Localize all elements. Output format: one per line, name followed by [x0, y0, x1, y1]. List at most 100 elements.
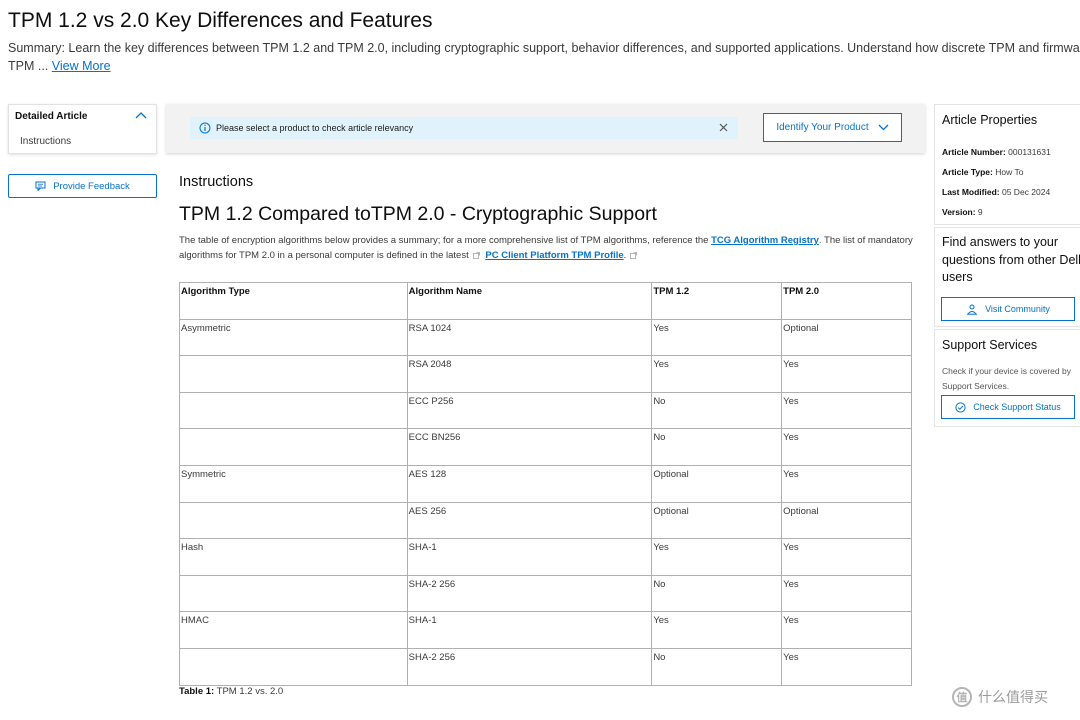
- table-cell: Yes: [781, 647, 912, 686]
- table-cell: HMAC: [179, 611, 408, 649]
- table-row: HMAC SHA-1 Yes Yes: [179, 611, 912, 649]
- table-cell: Hash: [179, 538, 408, 576]
- identify-label: Identify Your Product: [776, 122, 869, 133]
- chevron-up-icon[interactable]: [135, 111, 147, 121]
- table-cell: [179, 428, 408, 466]
- table-body: Asymmetric RSA 1024 Yes Optional RSA 2048 Yes…: [179, 318, 912, 686]
- table-cell: SHA-1: [406, 538, 653, 576]
- product-selector-bar: Please select a product to check article…: [166, 104, 925, 153]
- table-cell: No: [651, 647, 783, 686]
- table-row: ECC P256 No Yes: [179, 391, 912, 430]
- col-header: TPM 1.2: [651, 282, 783, 320]
- table-cell: [179, 391, 408, 430]
- provide-feedback-button[interactable]: Provide Feedback: [8, 174, 157, 198]
- table-row: SHA-2 256 No Yes: [179, 574, 912, 613]
- notice-text: Please select a product to check article…: [216, 123, 414, 133]
- table-cell: ECC BN256: [406, 428, 653, 466]
- version-label: Version:: [942, 207, 976, 217]
- site-watermark: 值 什么值得买: [952, 687, 1048, 707]
- table-cell: Yes: [781, 464, 912, 503]
- col-header: Algorithm Name: [406, 282, 653, 320]
- identify-product-button[interactable]: Identify Your Product: [763, 113, 902, 142]
- table-cell: Yes: [651, 355, 783, 393]
- watermark-text: 什么值得买: [978, 689, 1048, 705]
- info-icon: [199, 122, 211, 134]
- table-cell: Yes: [781, 574, 912, 613]
- article-heading: TPM 1.2 Compared toTPM 2.0 - Cryptograph…: [179, 203, 657, 225]
- check-support-status-button[interactable]: Check Support Status: [941, 395, 1075, 419]
- page-title: TPM 1.2 vs 2.0 Key Differences and Featu…: [8, 9, 433, 32]
- relevancy-notice: Please select a product to check article…: [190, 117, 738, 139]
- table-cell: Yes: [781, 538, 912, 576]
- article-type-label: Article Type:: [942, 167, 993, 177]
- last-modified-label: Last Modified:: [942, 187, 1000, 197]
- properties-heading: Article Properties: [942, 113, 1038, 127]
- visit-community-button[interactable]: Visit Community: [941, 297, 1075, 321]
- table-cell: Yes: [781, 428, 912, 466]
- table-row: Hash SHA-1 Yes Yes: [179, 538, 912, 576]
- support-services-panel: Support Services Check if your device is…: [934, 329, 1080, 427]
- services-description: Check if your device is covered by Suppo…: [942, 366, 1071, 391]
- comment-icon: [35, 181, 46, 191]
- table-cell: Optional: [651, 464, 783, 503]
- community-heading: Find answers to your questions from othe…: [942, 235, 1080, 284]
- table-cell: AES 128: [406, 464, 653, 503]
- table-cell: No: [651, 574, 783, 613]
- caption-label: Table 1:: [179, 686, 215, 697]
- feedback-label: Provide Feedback: [53, 180, 130, 192]
- check-support-label: Check Support Status: [973, 402, 1061, 412]
- check-circle-icon: [955, 401, 966, 413]
- table-cell: ECC P256: [406, 391, 653, 430]
- table-cell: No: [651, 428, 783, 466]
- table-cell: AES 256: [406, 501, 653, 540]
- article-number: Article Number: 000131631: [942, 147, 1051, 157]
- table-cell: [179, 647, 408, 686]
- close-icon[interactable]: [718, 122, 729, 133]
- visit-community-label: Visit Community: [985, 304, 1050, 314]
- table-cell: RSA 2048: [406, 355, 653, 393]
- table-row: AES 256 Optional Optional: [179, 501, 912, 540]
- toc-item-instructions[interactable]: Instructions: [20, 136, 71, 147]
- article-number-value: 000131631: [1008, 147, 1051, 157]
- table-cell: Yes: [651, 538, 783, 576]
- table-cell: Yes: [651, 611, 783, 649]
- external-link-icon: [630, 252, 638, 259]
- table-cell: SHA-2 256: [406, 574, 653, 613]
- external-link-icon: [472, 252, 480, 259]
- table-cell: Yes: [651, 318, 783, 357]
- table-row: SHA-2 256 No Yes: [179, 647, 912, 686]
- last-modified-value: 05 Dec 2024: [1001, 187, 1051, 197]
- last-modified: Last Modified: 05 Dec 2024: [942, 187, 1050, 197]
- summary-text: Summary: Learn the key differences betwe…: [8, 41, 1080, 73]
- article-number-label: Article Number:: [942, 147, 1006, 157]
- table-cell: Asymmetric: [179, 318, 408, 357]
- table-cell: [179, 501, 408, 540]
- table-row: ECC BN256 No Yes: [179, 428, 912, 466]
- table-row: Asymmetric RSA 1024 Yes Optional: [179, 318, 912, 357]
- table-cell: Optional: [651, 501, 783, 540]
- community-panel: Find answers to your questions from othe…: [934, 227, 1080, 327]
- table-row: RSA 2048 Yes Yes: [179, 355, 912, 393]
- table-cell: [179, 574, 408, 613]
- toc-heading[interactable]: Detailed Article: [15, 111, 87, 122]
- table-cell: SHA-2 256: [406, 647, 653, 686]
- table-cell: Yes: [781, 355, 912, 393]
- table-cell: SHA-1: [406, 611, 653, 649]
- tcg-registry-link[interactable]: TCG Algorithm Registry: [711, 235, 819, 246]
- view-more-link[interactable]: View More: [52, 59, 111, 73]
- caption-text: TPM 1.2 vs. 2.0: [216, 686, 284, 697]
- algorithm-table: Algorithm Type Algorithm Name TPM 1.2 TPM 2…: [179, 282, 912, 686]
- article-summary: Summary: Learn the key differences betwe…: [8, 40, 1080, 75]
- table-cell: Symmetric: [179, 464, 408, 503]
- col-header: TPM 2.0: [781, 282, 912, 320]
- services-heading: Support Services: [942, 338, 1038, 352]
- pc-client-profile-link[interactable]: PC Client Platform TPM Profile: [485, 250, 623, 261]
- table-cell: Yes: [781, 611, 912, 649]
- intro-text-1: The table of encryption algorithms below…: [179, 235, 709, 246]
- watermark-logo-icon: 值: [952, 687, 972, 707]
- table-caption: Table 1: TPM 1.2 vs. 2.0: [179, 686, 283, 697]
- chevron-down-icon: [878, 124, 889, 131]
- table-cell: Yes: [781, 391, 912, 430]
- section-heading: Instructions: [179, 174, 254, 190]
- table-cell: Optional: [781, 501, 912, 540]
